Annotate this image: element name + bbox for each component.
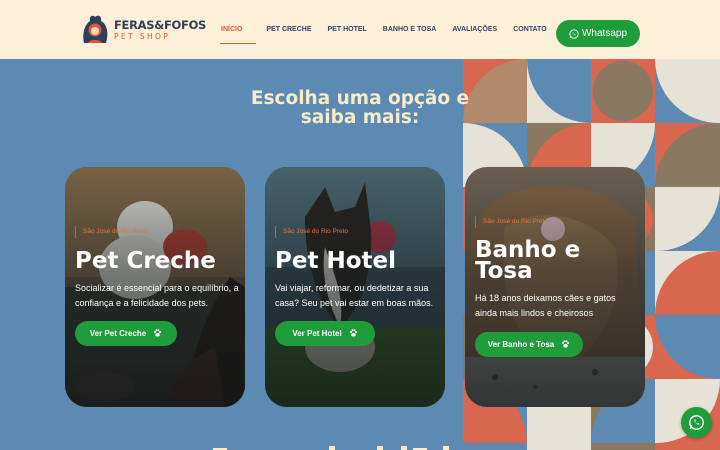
service-card-pet-creche[interactable]: São José do Rio Preto Pet Creche Sociali… xyxy=(65,167,245,407)
whatsapp-button[interactable]: Whatsapp xyxy=(556,20,640,47)
card-title: Banho e Tosa xyxy=(475,239,580,284)
card-button-label: Ver Pet Creche xyxy=(89,329,147,338)
card-button-label: Ver Pet Hotel xyxy=(292,329,342,338)
card-description: Socializar é essencial para o equilíbrio… xyxy=(75,283,239,308)
paw-icon xyxy=(561,339,570,350)
card-location: São José do Rio Preto xyxy=(275,226,348,238)
service-card-banho-e-tosa[interactable]: São José do Rio Preto Banho e Tosa Há 18… xyxy=(465,167,645,407)
logo-tagline: PET SHOP xyxy=(114,32,171,41)
section-heading-line1: Escolha uma opção e xyxy=(250,88,470,109)
whatsapp-icon xyxy=(689,415,704,430)
nav-item-avaliacoes[interactable]: AVALIAÇÕES xyxy=(452,0,497,59)
card-title: Pet Creche xyxy=(75,248,216,274)
logo-mascot-icon xyxy=(80,13,110,47)
nav-item-contato[interactable]: CONTATO xyxy=(513,0,546,59)
section-heading-line2: saiba mais: xyxy=(300,107,420,128)
card-description: Há 18 anos deixamos cães e gatos ainda m… xyxy=(475,293,616,318)
site-header: FERAS&FOFOS PET SHOP INÍCIO PET CRECHE P… xyxy=(0,0,720,59)
card-location: São José do Rio Preto xyxy=(475,216,548,228)
ver-pet-hotel-button[interactable]: Ver Pet Hotel xyxy=(275,321,375,346)
card-title: Pet Hotel xyxy=(275,248,396,274)
paw-icon xyxy=(349,328,358,339)
card-description: Vai viajar, reformar, ou dedetizar a sua… xyxy=(275,283,434,308)
section-heading: Escolha uma opção e saiba mais: xyxy=(210,89,510,127)
logo-title: FERAS&FOFOS xyxy=(114,17,207,32)
card-button-label: Ver Banho e Tosa xyxy=(487,340,555,349)
nav-item-pet-hotel[interactable]: PET HOTEL xyxy=(328,0,367,59)
nav-item-banho-e-tosa[interactable]: BANHO E TOSA xyxy=(383,0,437,59)
floating-whatsapp-button[interactable] xyxy=(681,407,712,438)
whatsapp-button-label: Whatsapp xyxy=(581,28,628,39)
paw-icon xyxy=(153,328,162,339)
card-location: São José do Rio Preto xyxy=(75,226,148,238)
nav-item-inicio[interactable]: INÍCIO xyxy=(219,0,258,59)
card-overlay xyxy=(465,167,645,407)
card-title-line2: Tosa xyxy=(475,258,533,284)
main-nav: INÍCIO PET CRECHE PET HOTEL BANHO E TOSA… xyxy=(219,0,563,59)
next-section-heading-peek xyxy=(205,440,525,450)
whatsapp-icon xyxy=(569,28,579,39)
service-card-pet-hotel[interactable]: São José do Rio Preto Pet Hotel Vai viaj… xyxy=(265,167,445,407)
brand-logo[interactable]: FERAS&FOFOS PET SHOP xyxy=(80,12,206,48)
ver-banho-e-tosa-button[interactable]: Ver Banho e Tosa xyxy=(475,332,583,357)
nav-item-pet-creche[interactable]: PET CRECHE xyxy=(266,0,311,59)
ver-pet-creche-button[interactable]: Ver Pet Creche xyxy=(75,321,177,346)
